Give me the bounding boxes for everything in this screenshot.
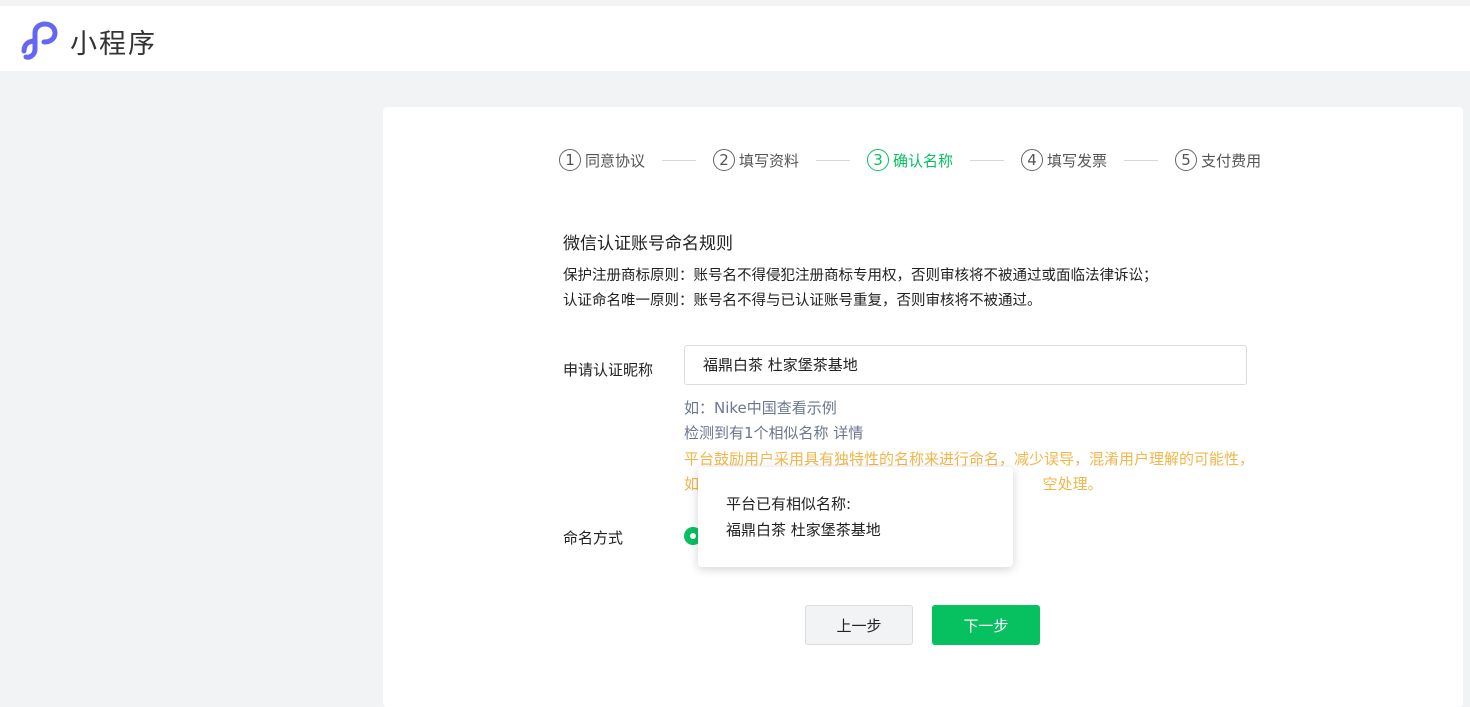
step-divider xyxy=(970,159,1005,161)
similar-name-hint[interactable]: 检测到有1个相似名称 详情 xyxy=(684,422,863,443)
warning-text-start: 如 xyxy=(684,475,700,493)
step-label: 填写发票 xyxy=(1047,151,1108,170)
step-5: 5 支付费用 xyxy=(1175,149,1261,171)
step-2: 2 填写资料 xyxy=(713,149,799,171)
naming-rule-unique: 认证命名唯一原则：账号名不得与已认证账号重复，否则审核将不被通过。 xyxy=(563,293,1042,309)
popover-title: 平台已有相似名称: xyxy=(726,495,852,513)
popover-similar-name: 福鼎白茶 杜家堡茶基地 xyxy=(726,521,881,539)
step-label: 填写资料 xyxy=(739,151,800,170)
naming-rules-title: 微信认证账号命名规则 xyxy=(563,234,733,254)
miniprogram-logo-icon xyxy=(21,21,58,60)
step-progress: 1 同意协议 2 填写资料 3 确认名称 4 填写发票 5 支付费用 xyxy=(559,149,1261,171)
step-number: 4 xyxy=(1021,149,1044,171)
step-4: 4 填写发票 xyxy=(1021,149,1107,171)
step-number: 1 xyxy=(559,149,581,171)
brand[interactable]: 小程序 xyxy=(18,21,157,61)
nickname-label: 申请认证昵称 xyxy=(563,361,654,379)
step-label: 同意协议 xyxy=(585,151,646,170)
step-label: 确认名称 xyxy=(893,151,954,170)
naming-method-label: 命名方式 xyxy=(563,529,624,547)
step-1: 1 同意协议 xyxy=(559,149,645,171)
example-hint[interactable]: 如：Nike中国查看示例 xyxy=(684,397,837,418)
app-title: 小程序 xyxy=(70,28,157,60)
naming-rule-trademark: 保护注册商标原则：账号名不得侵犯注册商标专用权，否则审核将不被通过或面临法律诉讼… xyxy=(563,268,1158,284)
step-number: 5 xyxy=(1175,149,1198,171)
warning-text-line1: 平台鼓励用户采用具有独特性的名称来进行命名，减少误导，混淆用户理解的可能性， xyxy=(684,450,1255,468)
similar-name-popover: 平台已有相似名称: 福鼎白茶 杜家堡茶基地 xyxy=(698,467,1013,567)
step-divider xyxy=(816,159,851,161)
step-number: 3 xyxy=(867,149,890,171)
step-label: 支付费用 xyxy=(1201,151,1262,170)
prev-step-button[interactable]: 上一步 xyxy=(805,605,913,645)
step-3: 3 确认名称 xyxy=(867,149,953,171)
step-divider xyxy=(1124,159,1159,161)
top-bar: 小程序 xyxy=(0,0,1470,71)
step-divider xyxy=(662,159,697,161)
main-card: 1 同意协议 2 填写资料 3 确认名称 4 填写发票 5 支付费用 微信认证账… xyxy=(383,107,1463,707)
nickname-input[interactable]: 福鼎白茶 杜家堡茶基地 xyxy=(684,345,1247,385)
next-step-button[interactable]: 下一步 xyxy=(932,605,1040,645)
step-number: 2 xyxy=(713,149,736,171)
warning-text-end: 空处理。 xyxy=(1042,475,1103,493)
